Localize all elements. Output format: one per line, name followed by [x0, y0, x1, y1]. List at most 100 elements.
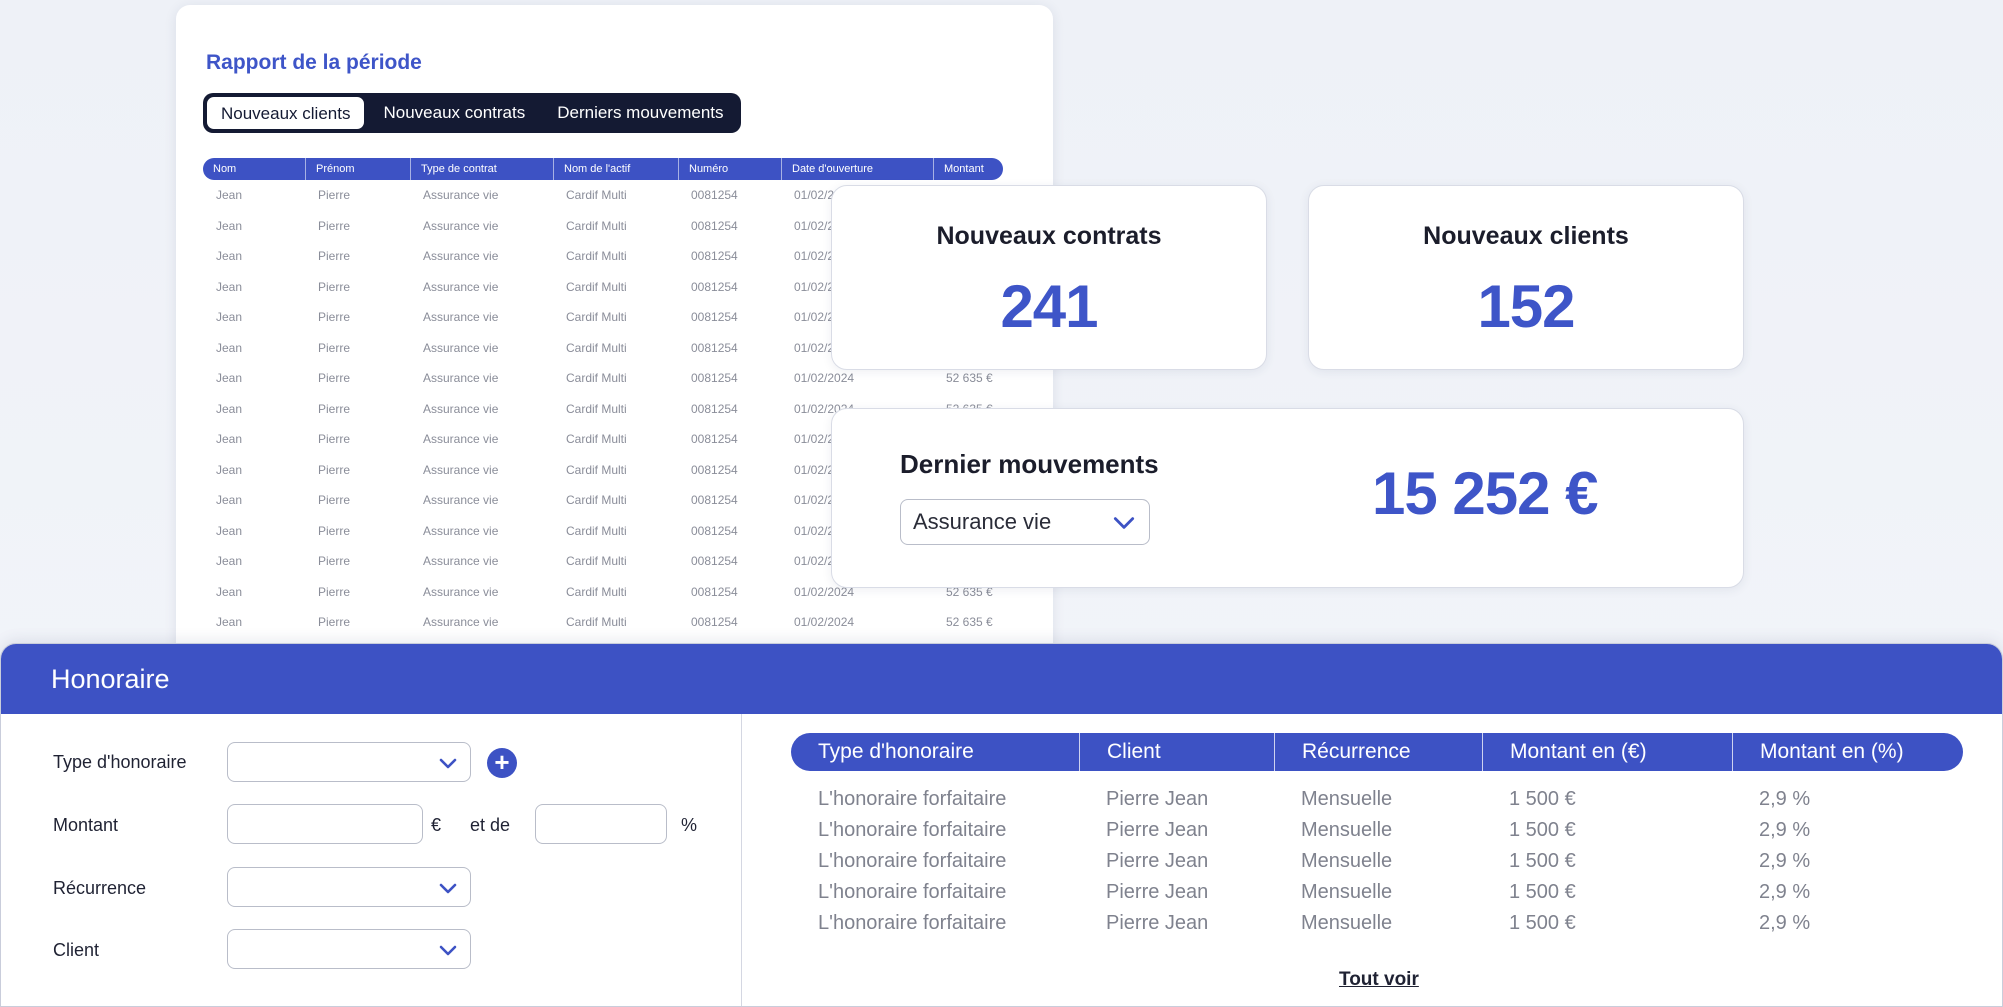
table-cell: 0081254 — [691, 523, 738, 538]
fee-row[interactable]: L'honoraire forfaitaire Pierre Jean Mensue… — [791, 908, 1963, 939]
table-cell: 0081254 — [691, 554, 738, 569]
chevron-down-icon — [439, 883, 457, 894]
table-cell: Assurance vie — [423, 462, 499, 477]
table-cell: 0081254 — [691, 188, 738, 203]
new-contracts-value: 241 — [1000, 273, 1098, 340]
fee-cell: Mensuelle — [1301, 850, 1393, 872]
and-label: et de — [470, 815, 511, 835]
column-header-recurrence[interactable]: Récurrence — [1274, 733, 1482, 771]
table-cell: Jean — [216, 493, 243, 508]
table-cell: Pierre — [318, 218, 351, 233]
chevron-down-icon — [439, 945, 457, 956]
table-cell: Pierre — [318, 554, 351, 569]
tab-new-contracts[interactable]: Nouveaux contrats — [369, 96, 539, 130]
table-cell: Cardif Multi — [566, 584, 627, 599]
table-cell: Pierre — [318, 188, 351, 203]
fee-cell: Pierre Jean — [1106, 912, 1209, 934]
plus-icon: + — [494, 747, 510, 777]
fee-row[interactable]: L'honoraire forfaitaire Pierre Jean Mensue… — [791, 877, 1963, 908]
table-cell: Jean — [216, 371, 243, 386]
tab-new-clients[interactable]: Nouveaux clients — [206, 96, 366, 130]
column-header-nom-actif[interactable]: Nom de l'actif — [553, 158, 678, 180]
fee-cell: Mensuelle — [1301, 881, 1393, 903]
table-cell: 0081254 — [691, 584, 738, 599]
fee-cell: Pierre Jean — [1106, 788, 1209, 810]
last-movements-value: 15 252 € — [1372, 460, 1599, 527]
table-cell: Pierre — [318, 310, 351, 325]
new-clients-label: Nouveaux clients — [1423, 222, 1629, 250]
table-cell: Assurance vie — [423, 340, 499, 355]
tab-last-movements[interactable]: Derniers mouvements — [543, 96, 737, 130]
column-header-montant-euro[interactable]: Montant en (€) — [1482, 733, 1732, 771]
column-header-client[interactable]: Client — [1079, 733, 1274, 771]
column-header-type-contrat[interactable]: Type de contrat — [410, 158, 553, 180]
table-cell: 0081254 — [691, 371, 738, 386]
table-cell: Cardif Multi — [566, 279, 627, 294]
fee-row[interactable]: L'honoraire forfaitaire Pierre Jean Mensue… — [791, 846, 1963, 877]
contract-type-select[interactable]: Assurance vie — [900, 499, 1150, 545]
table-cell: Cardif Multi — [566, 523, 627, 538]
fee-cell: 2,9 % — [1759, 788, 1811, 810]
table-cell: Jean — [216, 340, 243, 355]
table-cell: Pierre — [318, 584, 351, 599]
table-cell: 01/02/2024 — [794, 371, 855, 386]
fee-cell: 1 500 € — [1509, 912, 1576, 934]
amount-percent-input[interactable] — [535, 804, 667, 844]
column-header-date-ouverture[interactable]: Date d'ouverture — [781, 158, 933, 180]
column-header-numero[interactable]: Numéro — [678, 158, 781, 180]
table-cell: 0081254 — [691, 249, 738, 264]
table-cell: Pierre — [318, 340, 351, 355]
table-cell: Jean — [216, 218, 243, 233]
column-header-montant-pourcent[interactable]: Montant en (%) — [1732, 733, 1963, 771]
add-fee-type-button[interactable]: + — [487, 748, 517, 778]
column-header-type-honoraire[interactable]: Type d'honoraire — [791, 733, 1079, 771]
fee-cell: Mensuelle — [1301, 912, 1393, 934]
table-cell: Cardif Multi — [566, 615, 627, 630]
report-tabs: Nouveaux clients Nouveaux contrats Derni… — [203, 93, 741, 133]
table-cell: Cardif Multi — [566, 310, 627, 325]
fee-cell: Pierre Jean — [1106, 881, 1209, 903]
table-cell: Assurance vie — [423, 615, 499, 630]
fee-cell: Pierre Jean — [1106, 850, 1209, 872]
fee-type-label: Type d'honoraire — [53, 752, 187, 772]
table-cell: Jean — [216, 432, 243, 447]
column-header-nom[interactable]: Nom — [203, 158, 305, 180]
table-cell: Jean — [216, 401, 243, 416]
table-cell: Cardif Multi — [566, 462, 627, 477]
see-all-link[interactable]: Tout voir — [1339, 969, 1419, 991]
table-cell: Cardif Multi — [566, 432, 627, 447]
column-header-prenom[interactable]: Prénom — [305, 158, 410, 180]
table-cell: 52 635 € — [946, 615, 993, 630]
table-cell: 52 635 € — [946, 371, 993, 386]
fee-cell: 1 500 € — [1509, 850, 1576, 872]
table-cell: Jean — [216, 310, 243, 325]
table-cell: Pierre — [318, 279, 351, 294]
amount-euro-input[interactable] — [227, 804, 423, 844]
client-select[interactable] — [227, 929, 471, 969]
recurrence-select[interactable] — [227, 867, 471, 907]
table-cell: Pierre — [318, 401, 351, 416]
fee-row[interactable]: L'honoraire forfaitaire Pierre Jean Mensue… — [791, 784, 1963, 815]
table-cell: Pierre — [318, 462, 351, 477]
fee-row[interactable]: L'honoraire forfaitaire Pierre Jean Mensue… — [791, 815, 1963, 846]
table-cell: Jean — [216, 615, 243, 630]
honoraire-title: Honoraire — [51, 663, 170, 694]
table-cell: Assurance vie — [423, 401, 499, 416]
fee-cell: 1 500 € — [1509, 881, 1576, 903]
new-contracts-card: Nouveaux contrats 241 — [831, 185, 1267, 370]
table-cell: Assurance vie — [423, 188, 499, 203]
fee-type-select[interactable] — [227, 742, 471, 782]
table-row[interactable]: Jean Pierre Assurance vie Cardif Multi 00812… — [203, 607, 1003, 638]
table-cell: Pierre — [318, 493, 351, 508]
column-header-montant[interactable]: Montant — [933, 158, 1003, 180]
table-cell: 0081254 — [691, 218, 738, 233]
fee-cell: 2,9 % — [1759, 912, 1811, 934]
table-cell: Jean — [216, 584, 243, 599]
table-cell: Jean — [216, 462, 243, 477]
table-cell: Cardif Multi — [566, 401, 627, 416]
table-cell: Pierre — [318, 523, 351, 538]
table-cell: Assurance vie — [423, 310, 499, 325]
table-cell: Jean — [216, 188, 243, 203]
table-cell: Pierre — [318, 249, 351, 264]
table-cell: Assurance vie — [423, 371, 499, 386]
